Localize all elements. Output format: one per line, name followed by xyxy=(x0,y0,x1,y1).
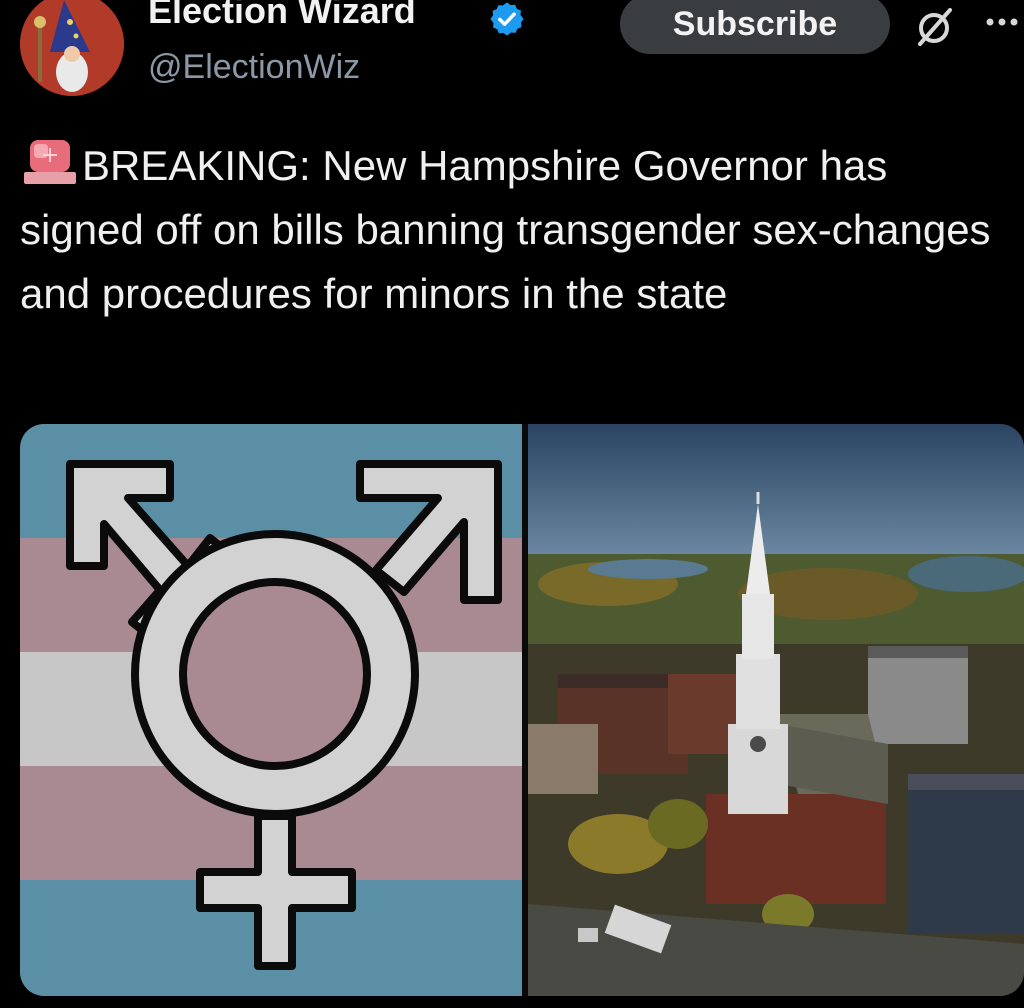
trans-flag-image[interactable] xyxy=(20,424,522,996)
church-steeple-photo-icon xyxy=(528,424,1024,996)
tweet-header: Election Wizard @ElectionWiz Subscribe xyxy=(0,0,1024,110)
tweet-media[interactable] xyxy=(20,424,1024,996)
author-display-name[interactable]: Election Wizard xyxy=(148,0,416,32)
wizard-avatar-icon xyxy=(20,0,124,96)
transgender-symbol-icon xyxy=(20,424,522,996)
verified-badge-icon xyxy=(490,2,524,36)
more-options-icon[interactable] xyxy=(984,10,1024,34)
author-avatar[interactable] xyxy=(20,0,124,96)
grok-icon[interactable] xyxy=(912,4,956,48)
subscribe-button[interactable]: Subscribe xyxy=(620,0,890,54)
tweet-text: BREAKING: New Hampshire Governor has sig… xyxy=(20,142,991,317)
police-siren-icon xyxy=(24,140,76,184)
tweet-body: BREAKING: New Hampshire Governor has sig… xyxy=(20,134,1020,326)
author-handle[interactable]: @ElectionWiz xyxy=(148,48,360,87)
town-aerial-image[interactable] xyxy=(528,424,1024,996)
